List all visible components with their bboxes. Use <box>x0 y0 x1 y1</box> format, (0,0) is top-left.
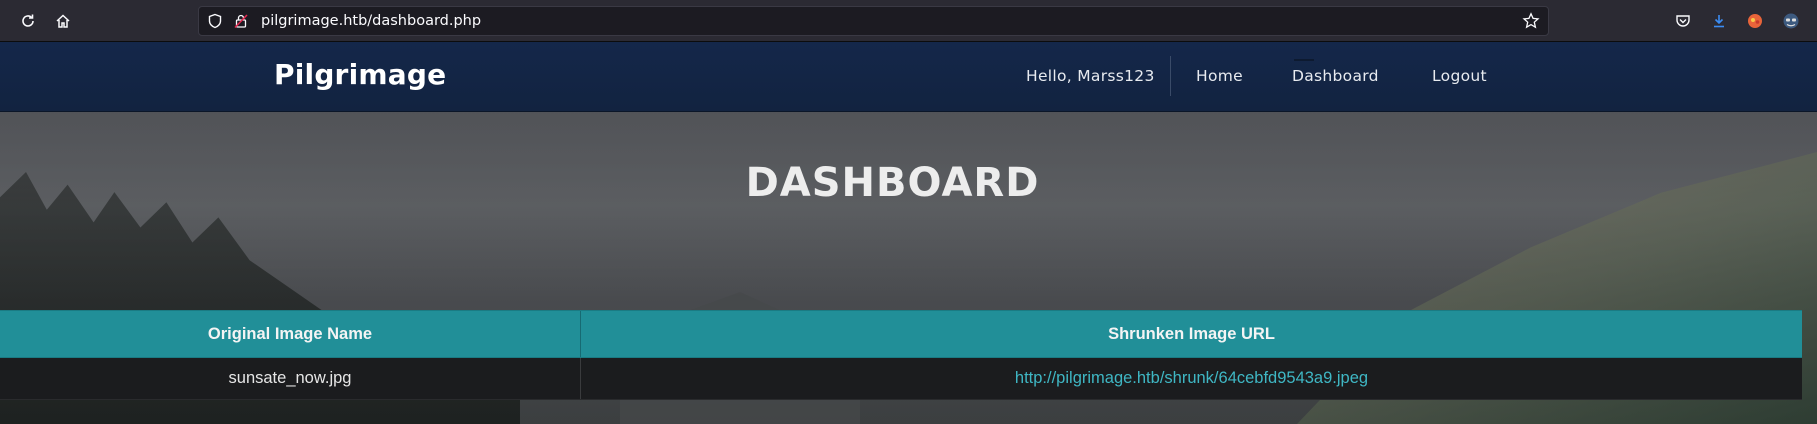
page-title: DASHBOARD <box>745 160 1040 206</box>
table-header: Original Image Name Shrunken Image URL <box>0 310 1802 358</box>
home-icon[interactable] <box>49 8 77 34</box>
nav-active-indicator <box>1294 59 1314 61</box>
shrunken-image-link[interactable]: http://pilgrimage.htb/shrunk/64cebfd9543… <box>581 358 1802 399</box>
nav-link-logout[interactable]: Logout <box>1432 67 1487 85</box>
download-icon[interactable] <box>1705 8 1733 34</box>
site-navbar: Pilgrimage Hello, Marss123 Home Dashboar… <box>0 42 1817 112</box>
reload-icon[interactable] <box>14 8 42 34</box>
original-image-name-cell: sunsate_now.jpg <box>0 358 581 399</box>
user-greeting: Hello, Marss123 <box>1026 67 1155 85</box>
nav-link-home[interactable]: Home <box>1196 67 1243 85</box>
lock-icon[interactable] <box>233 13 249 33</box>
column-header-shrunken-url: Shrunken Image URL <box>1108 324 1275 343</box>
nav-link-dashboard[interactable]: Dashboard <box>1292 67 1379 85</box>
pocket-icon[interactable] <box>1669 8 1697 34</box>
nav-divider <box>1170 56 1171 96</box>
star-icon[interactable] <box>1522 12 1540 34</box>
column-header-original-name: Original Image Name <box>0 311 581 357</box>
table-row: sunsate_now.jpg http://pilgrimage.htb/sh… <box>0 358 1802 400</box>
shield-icon[interactable] <box>207 13 223 33</box>
account-icon[interactable] <box>1777 8 1805 34</box>
browser-toolbar: pilgrimage.htb/dashboard.php <box>0 0 1817 42</box>
url-bar[interactable]: pilgrimage.htb/dashboard.php <box>198 6 1549 36</box>
extension-icon[interactable] <box>1741 8 1769 34</box>
url-text[interactable]: pilgrimage.htb/dashboard.php <box>261 13 481 29</box>
images-table: Original Image Name Shrunken Image URL s… <box>0 310 1802 400</box>
site-logo[interactable]: Pilgrimage <box>274 58 446 91</box>
page-content: Pilgrimage Hello, Marss123 Home Dashboar… <box>0 42 1817 424</box>
